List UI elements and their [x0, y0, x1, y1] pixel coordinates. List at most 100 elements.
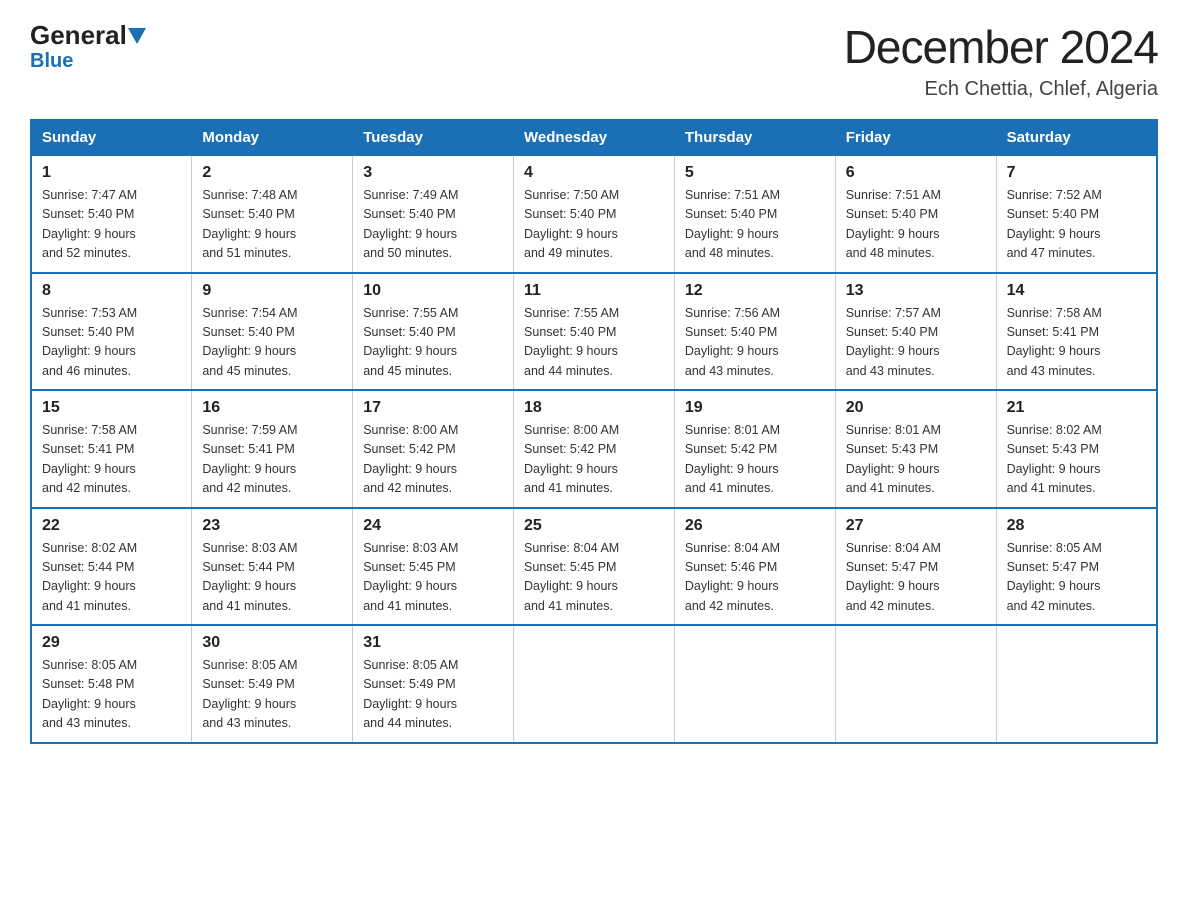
logo-blue-text: Blue: [30, 51, 73, 71]
day-info: Sunrise: 7:58 AMSunset: 5:41 PMDaylight:…: [42, 421, 181, 499]
day-number: 1: [42, 164, 181, 182]
calendar-title: December 2024: [844, 20, 1158, 74]
weekday-header-monday: Monday: [192, 120, 353, 155]
day-info: Sunrise: 8:04 AMSunset: 5:47 PMDaylight:…: [846, 539, 986, 617]
day-info: Sunrise: 8:01 AMSunset: 5:43 PMDaylight:…: [846, 421, 986, 499]
day-number: 29: [42, 634, 181, 652]
logo-triangle-icon: [128, 28, 146, 44]
calendar-cell: 8Sunrise: 7:53 AMSunset: 5:40 PMDaylight…: [31, 273, 192, 391]
calendar-cell: 27 Sunrise: 8:04 AMSunset: 5:47 PMDayligh…: [835, 508, 996, 626]
day-number: 2: [202, 164, 342, 182]
calendar-week-1: 1Sunrise: 7:47 AMSunset: 5:40 PMDaylight…: [31, 155, 1157, 273]
day-info: Sunrise: 7:49 AMSunset: 5:40 PMDaylight:…: [363, 186, 503, 264]
day-number: 25: [524, 517, 664, 535]
day-info: Sunrise: 7:58 AMSunset: 5:41 PMDaylight:…: [1007, 304, 1146, 382]
day-number: 22: [42, 517, 181, 535]
day-info: Sunrise: 8:00 AMSunset: 5:42 PMDaylight:…: [363, 421, 503, 499]
day-info: Sunrise: 7:55 AMSunset: 5:40 PMDaylight:…: [363, 304, 503, 382]
logo-general-text: General: [30, 20, 127, 51]
day-info: Sunrise: 7:48 AMSunset: 5:40 PMDaylight:…: [202, 186, 342, 264]
calendar-cell: 22 Sunrise: 8:02 AMSunset: 5:44 PMDayligh…: [31, 508, 192, 626]
day-number: 17: [363, 399, 503, 417]
calendar-cell: 3 Sunrise: 7:49 AMSunset: 5:40 PMDaylight…: [353, 155, 514, 273]
weekday-header-sunday: Sunday: [31, 120, 192, 155]
day-number: 27: [846, 517, 986, 535]
calendar-cell: 28 Sunrise: 8:05 AMSunset: 5:47 PMDayligh…: [996, 508, 1157, 626]
calendar-cell: 24Sunrise: 8:03 AMSunset: 5:45 PMDayligh…: [353, 508, 514, 626]
day-number: 5: [685, 164, 825, 182]
day-number: 20: [846, 399, 986, 417]
calendar-cell: 6 Sunrise: 7:51 AMSunset: 5:40 PMDaylight…: [835, 155, 996, 273]
day-number: 3: [363, 164, 503, 182]
calendar-subtitle: Ech Chettia, Chlef, Algeria: [844, 78, 1158, 101]
day-info: Sunrise: 7:56 AMSunset: 5:40 PMDaylight:…: [685, 304, 825, 382]
day-info: Sunrise: 8:03 AMSunset: 5:45 PMDaylight:…: [363, 539, 503, 617]
weekday-header-thursday: Thursday: [674, 120, 835, 155]
day-number: 30: [202, 634, 342, 652]
day-info: Sunrise: 7:51 AMSunset: 5:40 PMDaylight:…: [846, 186, 986, 264]
calendar-cell: [835, 625, 996, 743]
day-info: Sunrise: 7:50 AMSunset: 5:40 PMDaylight:…: [524, 186, 664, 264]
weekday-header-wednesday: Wednesday: [514, 120, 675, 155]
calendar-cell: 11Sunrise: 7:55 AMSunset: 5:40 PMDayligh…: [514, 273, 675, 391]
day-number: 28: [1007, 517, 1146, 535]
calendar-cell: 2 Sunrise: 7:48 AMSunset: 5:40 PMDaylight…: [192, 155, 353, 273]
day-number: 14: [1007, 282, 1146, 300]
calendar-week-2: 8Sunrise: 7:53 AMSunset: 5:40 PMDaylight…: [31, 273, 1157, 391]
calendar-cell: 16Sunrise: 7:59 AMSunset: 5:41 PMDayligh…: [192, 390, 353, 508]
logo: General Blue: [30, 20, 146, 71]
day-number: 16: [202, 399, 342, 417]
day-number: 31: [363, 634, 503, 652]
calendar-week-5: 29Sunrise: 8:05 AMSunset: 5:48 PMDayligh…: [31, 625, 1157, 743]
calendar-cell: 9Sunrise: 7:54 AMSunset: 5:40 PMDaylight…: [192, 273, 353, 391]
calendar-week-3: 15 Sunrise: 7:58 AMSunset: 5:41 PMDayligh…: [31, 390, 1157, 508]
weekday-header-tuesday: Tuesday: [353, 120, 514, 155]
day-number: 21: [1007, 399, 1146, 417]
calendar-cell: [514, 625, 675, 743]
calendar-cell: 14 Sunrise: 7:58 AMSunset: 5:41 PMDayligh…: [996, 273, 1157, 391]
calendar-week-4: 22 Sunrise: 8:02 AMSunset: 5:44 PMDayligh…: [31, 508, 1157, 626]
day-info: Sunrise: 8:02 AMSunset: 5:43 PMDaylight:…: [1007, 421, 1146, 499]
day-number: 4: [524, 164, 664, 182]
day-info: Sunrise: 7:53 AMSunset: 5:40 PMDaylight:…: [42, 304, 181, 382]
page-header: General Blue December 2024 Ech Chettia, …: [30, 20, 1158, 101]
day-info: Sunrise: 8:03 AMSunset: 5:44 PMDaylight:…: [202, 539, 342, 617]
weekday-header-friday: Friday: [835, 120, 996, 155]
day-number: 15: [42, 399, 181, 417]
day-info: Sunrise: 8:04 AMSunset: 5:46 PMDaylight:…: [685, 539, 825, 617]
day-info: Sunrise: 8:05 AMSunset: 5:49 PMDaylight:…: [363, 656, 503, 734]
calendar-cell: 1Sunrise: 7:47 AMSunset: 5:40 PMDaylight…: [31, 155, 192, 273]
day-info: Sunrise: 7:57 AMSunset: 5:40 PMDaylight:…: [846, 304, 986, 382]
calendar-title-block: December 2024 Ech Chettia, Chlef, Algeri…: [844, 20, 1158, 101]
weekday-header-saturday: Saturday: [996, 120, 1157, 155]
calendar-cell: [674, 625, 835, 743]
day-info: Sunrise: 8:02 AMSunset: 5:44 PMDaylight:…: [42, 539, 181, 617]
calendar-cell: 20 Sunrise: 8:01 AMSunset: 5:43 PMDayligh…: [835, 390, 996, 508]
calendar-cell: 23Sunrise: 8:03 AMSunset: 5:44 PMDayligh…: [192, 508, 353, 626]
calendar-cell: 7 Sunrise: 7:52 AMSunset: 5:40 PMDaylight…: [996, 155, 1157, 273]
calendar-cell: 13 Sunrise: 7:57 AMSunset: 5:40 PMDayligh…: [835, 273, 996, 391]
day-info: Sunrise: 8:00 AMSunset: 5:42 PMDaylight:…: [524, 421, 664, 499]
weekday-header-row: SundayMondayTuesdayWednesdayThursdayFrid…: [31, 120, 1157, 155]
calendar-table: SundayMondayTuesdayWednesdayThursdayFrid…: [30, 119, 1158, 744]
day-number: 6: [846, 164, 986, 182]
day-info: Sunrise: 7:55 AMSunset: 5:40 PMDaylight:…: [524, 304, 664, 382]
calendar-cell: 26Sunrise: 8:04 AMSunset: 5:46 PMDayligh…: [674, 508, 835, 626]
day-info: Sunrise: 8:05 AMSunset: 5:49 PMDaylight:…: [202, 656, 342, 734]
day-info: Sunrise: 8:05 AMSunset: 5:47 PMDaylight:…: [1007, 539, 1146, 617]
calendar-cell: 21 Sunrise: 8:02 AMSunset: 5:43 PMDayligh…: [996, 390, 1157, 508]
calendar-cell: 4 Sunrise: 7:50 AMSunset: 5:40 PMDaylight…: [514, 155, 675, 273]
day-number: 19: [685, 399, 825, 417]
day-info: Sunrise: 7:54 AMSunset: 5:40 PMDaylight:…: [202, 304, 342, 382]
day-number: 7: [1007, 164, 1146, 182]
day-info: Sunrise: 7:52 AMSunset: 5:40 PMDaylight:…: [1007, 186, 1146, 264]
calendar-cell: [996, 625, 1157, 743]
day-number: 13: [846, 282, 986, 300]
calendar-cell: 17 Sunrise: 8:00 AMSunset: 5:42 PMDayligh…: [353, 390, 514, 508]
day-number: 10: [363, 282, 503, 300]
day-info: Sunrise: 7:51 AMSunset: 5:40 PMDaylight:…: [685, 186, 825, 264]
calendar-cell: 12Sunrise: 7:56 AMSunset: 5:40 PMDayligh…: [674, 273, 835, 391]
calendar-cell: 29Sunrise: 8:05 AMSunset: 5:48 PMDayligh…: [31, 625, 192, 743]
calendar-cell: 25Sunrise: 8:04 AMSunset: 5:45 PMDayligh…: [514, 508, 675, 626]
calendar-cell: 19Sunrise: 8:01 AMSunset: 5:42 PMDayligh…: [674, 390, 835, 508]
